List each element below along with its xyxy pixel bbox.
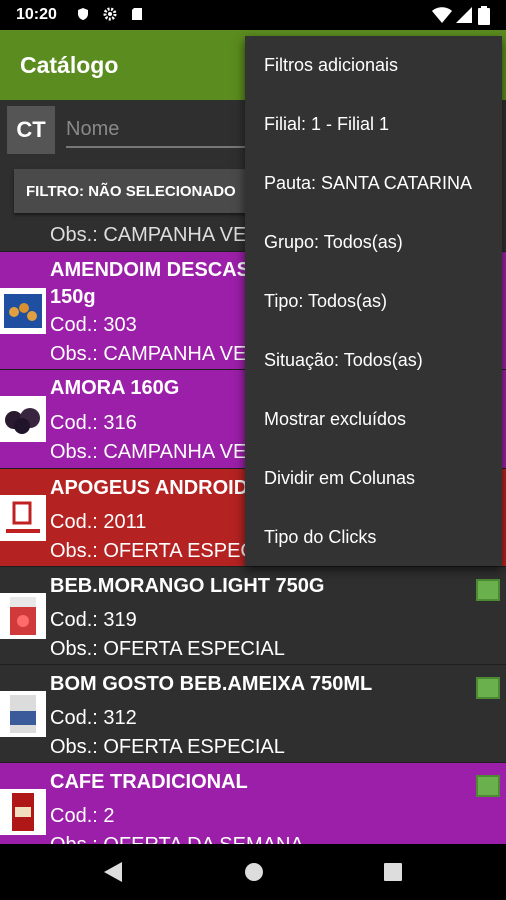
page-title: Catálogo xyxy=(20,52,119,78)
selection-checkbox[interactable] xyxy=(476,775,500,797)
item-code: Cod.: 2 xyxy=(50,805,115,827)
product-thumbnail xyxy=(0,691,46,737)
signal-icon xyxy=(456,7,472,23)
peanuts-icon xyxy=(4,294,42,328)
menu-item-tipo-clicks[interactable]: Tipo do Clicks xyxy=(245,508,502,567)
selection-checkbox[interactable] xyxy=(476,677,500,699)
battery-icon xyxy=(478,6,490,25)
product-thumbnail xyxy=(0,396,46,442)
status-bar: 10:20 xyxy=(0,0,506,30)
item-name: AMORA 160G xyxy=(50,377,180,399)
shield-icon xyxy=(78,8,88,20)
item-name: APOGEUS ANDROID xyxy=(50,477,249,499)
back-icon[interactable] xyxy=(104,862,122,882)
apogeus-logo xyxy=(6,501,40,533)
coffee-pack-icon xyxy=(12,793,34,831)
overflow-menu: Filtros adicionais Filial: 1 - Filial 1 … xyxy=(245,36,502,566)
menu-item-dividir-colunas[interactable]: Dividir em Colunas xyxy=(245,449,502,508)
gear-icon xyxy=(103,7,117,21)
juice-box-icon xyxy=(10,695,36,733)
recents-icon[interactable] xyxy=(384,863,402,881)
juice-box-icon xyxy=(10,597,36,635)
item-name: CAFE TRADICIONAL xyxy=(50,771,248,793)
item-obs: Obs.: OFERTA ESPECIAL xyxy=(50,736,285,758)
list-item[interactable]: CAFE TRADICIONAL Cod.: 2 Obs.: OFERTA DA… xyxy=(0,763,506,844)
menu-item-filial[interactable]: Filial: 1 - Filial 1 xyxy=(245,95,502,154)
item-code: Cod.: 303 xyxy=(50,314,137,336)
product-thumbnail xyxy=(0,495,46,541)
home-icon[interactable] xyxy=(244,862,264,882)
selection-checkbox[interactable] xyxy=(476,579,500,601)
blackberry-icon xyxy=(5,408,40,434)
item-code: Cod.: 2011 xyxy=(50,511,147,533)
menu-item-situacao[interactable]: Situação: Todos(as) xyxy=(245,331,502,390)
item-name: BEB.MORANGO LIGHT 750G xyxy=(50,575,325,597)
product-thumbnail xyxy=(0,593,46,639)
item-code: Cod.: 319 xyxy=(50,609,137,631)
item-name-line2: 150g xyxy=(50,286,96,308)
filter-button[interactable]: FILTRO: NÃO SELECIONADO xyxy=(14,169,274,213)
list-item[interactable]: BOM GOSTO BEB.AMEIXA 750ML Cod.: 312 Obs… xyxy=(0,665,506,763)
item-name: BOM GOSTO BEB.AMEIXA 750ML xyxy=(50,673,373,695)
menu-item-tipo[interactable]: Tipo: Todos(as) xyxy=(245,272,502,331)
product-thumbnail xyxy=(0,288,46,334)
wifi-icon xyxy=(432,7,452,23)
code-toggle-button[interactable]: CT xyxy=(7,106,55,154)
item-code: Cod.: 312 xyxy=(50,707,137,729)
item-obs: Obs.: OFERTA DA SEMANA xyxy=(50,834,304,844)
search-input[interactable] xyxy=(66,112,266,148)
product-thumbnail xyxy=(0,789,46,835)
navigation-bar xyxy=(0,844,506,900)
list-item[interactable]: BEB.MORANGO LIGHT 750G Cod.: 319 Obs.: O… xyxy=(0,567,506,665)
menu-item-pauta[interactable]: Pauta: SANTA CATARINA xyxy=(245,154,502,213)
menu-item-mostrar-excluidos[interactable]: Mostrar excluídos xyxy=(245,390,502,449)
menu-item-filtros-adicionais[interactable]: Filtros adicionais xyxy=(245,36,502,95)
clock: 10:20 xyxy=(16,6,57,23)
item-obs: Obs.: OFERTA ESPECIAL xyxy=(50,638,285,660)
menu-item-grupo[interactable]: Grupo: Todos(as) xyxy=(245,213,502,272)
item-code: Cod.: 316 xyxy=(50,412,137,434)
sd-card-icon xyxy=(132,8,142,20)
